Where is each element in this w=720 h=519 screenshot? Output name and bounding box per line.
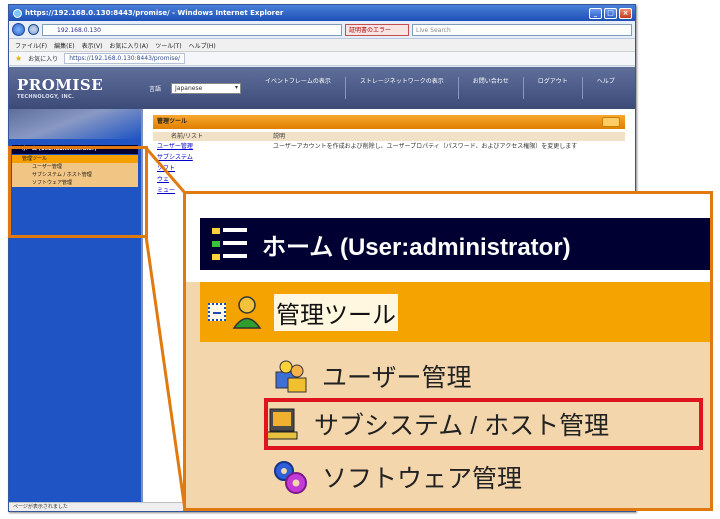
address-row: 192.168.0.130 証明書のエラー Live Search <box>9 21 635 39</box>
gears-icon <box>274 461 307 494</box>
nav-event-frame[interactable]: イベントフレームの表示 <box>265 77 331 99</box>
favorites-bar: ★ お気に入り https://192.168.0.130:8443/promi… <box>9 52 635 66</box>
language-label: 言語 <box>149 85 162 93</box>
window-title: https://192.168.0.130:8443/promise/ - Wi… <box>25 9 284 17</box>
menu-help[interactable]: ヘルプ(H) <box>189 41 216 50</box>
table-row: ユーザー管理 ユーザーアカウントを作成および削除し、ユーザープロパティ（パスワー… <box>153 141 625 152</box>
nav-logout[interactable]: ログアウト <box>538 77 568 99</box>
table-row: ソフト <box>153 163 625 174</box>
menu-favorites[interactable]: お気に入り(A) <box>109 41 148 50</box>
minimize-button[interactable]: _ <box>589 7 602 19</box>
menu-edit[interactable]: 編集(E) <box>54 41 74 50</box>
menu-bar: ファイル(F) 編集(E) 表示(V) お気に入り(A) ツール(T) ヘルプ(… <box>9 39 635 52</box>
tool-link[interactable]: ユーザー管理 <box>153 141 273 152</box>
address-bar[interactable]: 192.168.0.130 <box>42 23 342 36</box>
nav-storage-network[interactable]: ストレージネットワークの表示 <box>360 77 444 99</box>
zoom-selected-label: 管理ツール <box>274 293 398 331</box>
collapse-icon[interactable] <box>208 303 226 321</box>
tree-home-icon <box>212 228 247 260</box>
certificate-error-badge[interactable]: 証明書のエラー <box>345 23 409 36</box>
help-button[interactable] <box>602 117 620 127</box>
zoom-title-row: ホーム (User:administrator) <box>186 194 710 282</box>
zoom-item-software-label: ソフトウェア管理 <box>322 465 523 493</box>
highlight-box <box>264 398 703 450</box>
decorative-swoosh <box>9 109 141 139</box>
header-nav: イベントフレームの表示 ストレージネットワークの表示 お問い合わせ ログアウト … <box>265 77 615 99</box>
forward-button[interactable] <box>28 24 39 35</box>
menu-file[interactable]: ファイル(F) <box>15 41 47 50</box>
focus-callout-box <box>8 146 148 238</box>
favorites-label[interactable]: お気に入り <box>28 54 58 63</box>
search-input[interactable]: Live Search <box>412 23 632 36</box>
app-header: PROMISE TECHNOLOGY, INC. 言語 Japanese イベン… <box>9 67 635 109</box>
tool-description: ユーザーアカウントを作成および削除し、ユーザープロパティ（パスワード、およびアク… <box>273 143 578 150</box>
back-button[interactable] <box>12 23 25 36</box>
nav-contact[interactable]: お問い合わせ <box>473 77 509 99</box>
main-title-bar: 管理ツール <box>153 115 625 129</box>
table-row: サブシステム <box>153 152 625 163</box>
close-button[interactable]: × <box>619 7 632 19</box>
main-title: 管理ツール <box>157 118 188 125</box>
table-header: 名前/リスト 説明 <box>153 132 625 141</box>
zoom-home-title: ホーム (User:administrator) <box>262 233 571 261</box>
promise-logo: PROMISE TECHNOLOGY, INC. <box>17 76 104 100</box>
maximize-button[interactable]: □ <box>604 7 617 19</box>
zoom-item-user-mgmt-label: ユーザー管理 <box>322 364 472 392</box>
tools-table: 名前/リスト 説明 ユーザー管理 ユーザーアカウントを作成および削除し、ユーザー… <box>153 132 625 196</box>
menu-view[interactable]: 表示(V) <box>82 41 103 50</box>
ie-icon <box>13 8 22 18</box>
tool-link[interactable]: サブシステム <box>153 152 273 163</box>
user-management-icon <box>275 360 307 393</box>
zoom-item-user-mgmt[interactable]: ユーザー管理 <box>272 351 472 401</box>
nav-help[interactable]: ヘルプ <box>597 77 615 99</box>
zoom-home-bar[interactable]: ホーム (User:administrator) <box>200 218 710 270</box>
star-icon[interactable]: ★ <box>15 54 22 63</box>
admin-person-icon <box>232 296 262 329</box>
zoom-panel: ホーム (User:administrator) 管理ツール ユーザー管理 サブ… <box>183 191 713 511</box>
title-bar: https://192.168.0.130:8443/promise/ - Wi… <box>9 5 635 21</box>
zoom-item-software[interactable]: ソフトウェア管理 <box>272 452 522 502</box>
table-row: ウェ <box>153 174 625 185</box>
menu-tools[interactable]: ツール(T) <box>155 41 181 50</box>
tool-link[interactable]: ソフト <box>153 163 273 174</box>
zoom-selected-row[interactable]: 管理ツール <box>200 282 710 342</box>
tool-link[interactable]: ウェ <box>153 174 273 185</box>
browser-tab[interactable]: https://192.168.0.130:8443/promise/ <box>64 53 186 64</box>
language-select[interactable]: Japanese <box>171 82 242 94</box>
